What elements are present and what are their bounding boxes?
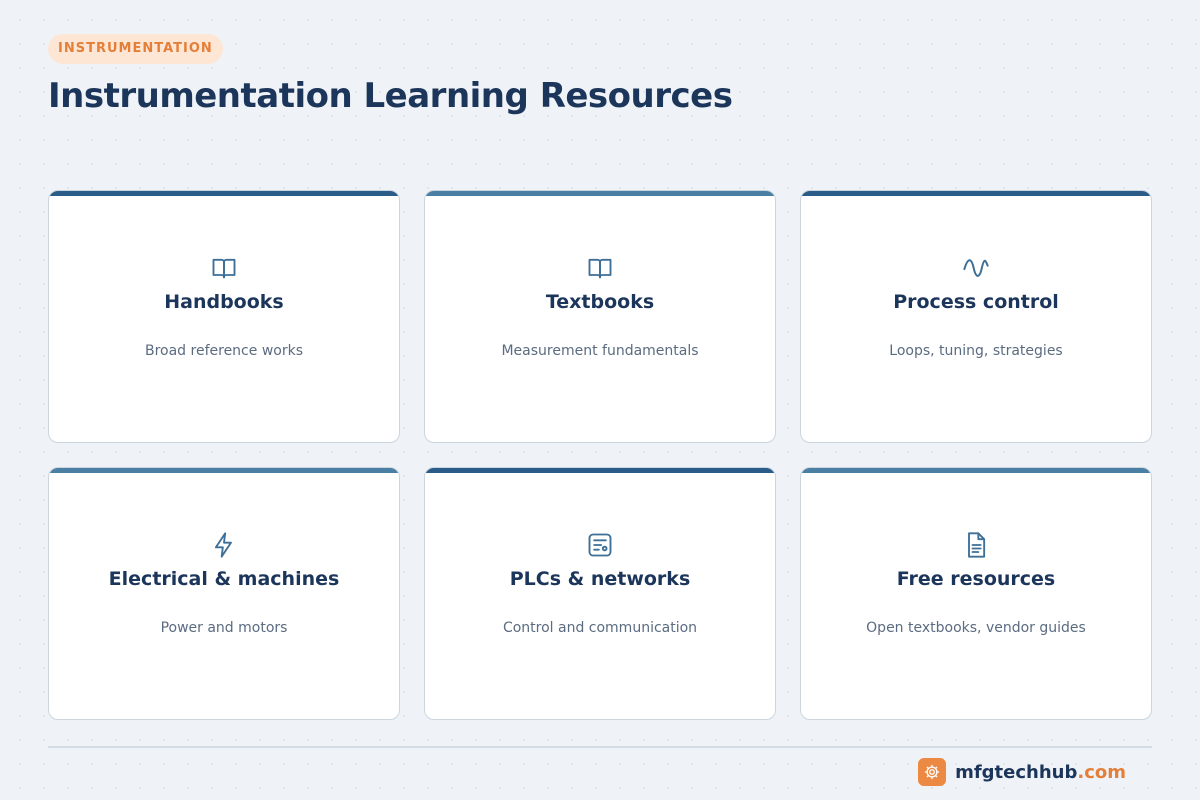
card-title: Process control	[893, 291, 1059, 313]
lightning-icon	[209, 530, 239, 560]
card-subtitle: Broad reference works	[144, 343, 303, 359]
card-process-control[interactable]: Process control Loops, tuning, strategie…	[800, 190, 1152, 443]
card-plcs-networks[interactable]: PLCs & networks Control and communicatio…	[424, 467, 776, 720]
card-handbooks[interactable]: Handbooks Broad reference works	[48, 190, 400, 443]
book-icon	[209, 253, 239, 283]
card-title: Electrical & machines	[108, 568, 340, 590]
brand-tld: .com	[1077, 761, 1126, 783]
card-subtitle: Measurement fundamentals	[501, 343, 699, 359]
card-accent-bar	[801, 468, 1151, 473]
brand-link[interactable]: mfgtechhub .com	[918, 758, 1126, 786]
card-subtitle: Open textbooks, vendor guides	[866, 620, 1086, 636]
card-subtitle: Loops, tuning, strategies	[889, 343, 1063, 359]
card-accent-bar	[801, 191, 1151, 196]
card-accent-bar	[49, 468, 399, 473]
card-title: Handbooks	[164, 291, 284, 313]
card-accent-bar	[425, 191, 775, 196]
card-free-resources[interactable]: Free resources Open textbooks, vendor gu…	[800, 467, 1152, 720]
card-title: PLCs & networks	[509, 568, 691, 590]
footer-divider	[48, 746, 1152, 748]
book-icon	[585, 253, 615, 283]
page-title: Instrumentation Learning Resources	[48, 76, 733, 116]
card-subtitle: Power and motors	[160, 620, 288, 636]
card-title: Free resources	[896, 568, 1056, 590]
plc-module-icon	[585, 530, 615, 560]
card-accent-bar	[425, 468, 775, 473]
card-subtitle: Control and communication	[502, 620, 698, 636]
category-tag: INSTRUMENTATION	[48, 34, 223, 64]
sine-wave-icon	[961, 253, 991, 283]
brand-name: mfgtechhub	[955, 761, 1078, 783]
card-title: Textbooks	[545, 291, 655, 313]
card-electrical-machines[interactable]: Electrical & machines Power and motors	[48, 467, 400, 720]
resource-grid: Handbooks Broad reference works Textbook…	[48, 190, 1152, 720]
card-accent-bar	[49, 191, 399, 196]
gear-icon	[918, 758, 947, 786]
document-icon	[961, 530, 991, 560]
card-textbooks[interactable]: Textbooks Measurement fundamentals	[424, 190, 776, 443]
